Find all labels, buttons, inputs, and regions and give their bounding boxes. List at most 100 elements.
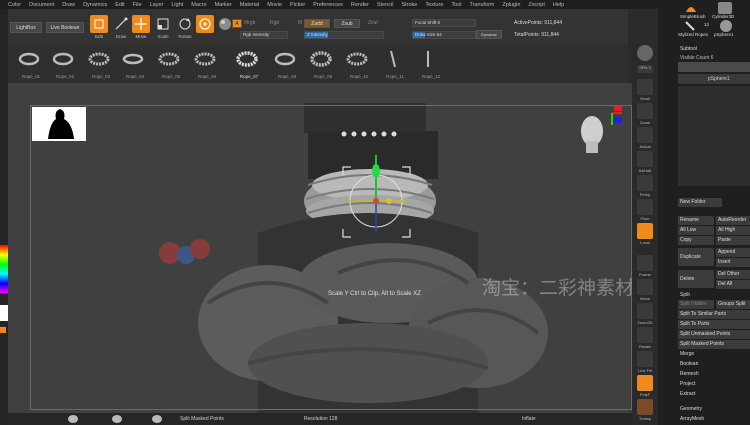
color-picker-strip[interactable] — [0, 245, 8, 293]
inflate-slider[interactable]: Inflate — [522, 416, 536, 422]
brush-rope-07-selected[interactable]: Rope_07 — [232, 45, 262, 81]
menu-macro[interactable]: Macro — [191, 2, 206, 8]
groups-split-button[interactable]: Groups Split — [716, 300, 750, 309]
menu-color[interactable]: Color — [8, 2, 21, 8]
duplicate-button[interactable]: Duplicate — [678, 248, 714, 266]
draw-mode-button[interactable]: Draw — [112, 15, 130, 39]
menu-zplugin[interactable]: Zplugin — [502, 2, 520, 8]
scroll-button[interactable]: Scroll — [637, 79, 653, 101]
cylinder3d-icon[interactable] — [718, 2, 732, 14]
polyf-button[interactable]: PolyF — [637, 375, 653, 397]
del-other-button[interactable]: Del Other — [716, 270, 750, 279]
lightbox-button[interactable]: LightBox — [10, 22, 42, 33]
resolution-slider[interactable]: Resolution 128 — [304, 416, 337, 422]
brush-rope-01[interactable]: Rope_01 — [14, 45, 44, 81]
menu-edit[interactable]: Edit — [115, 2, 124, 8]
frame-button[interactable]: Frame — [637, 255, 653, 277]
copy-button[interactable]: Copy — [678, 236, 714, 245]
subtool-item[interactable]: pSphere1 — [678, 74, 750, 84]
rotate-view-button[interactable]: Rotate — [637, 327, 653, 349]
move-view-button[interactable]: Move — [637, 279, 653, 301]
brush-sphere-icon[interactable] — [68, 415, 78, 423]
zoom-button[interactable]: Zoom — [637, 103, 653, 125]
merge-section[interactable]: Merge — [680, 351, 694, 357]
delete-button[interactable]: Delete — [678, 270, 714, 288]
brush-rope-06[interactable]: Rope_06 — [190, 45, 220, 81]
brush-rope-02[interactable]: Rope_02 — [48, 45, 78, 81]
alpha-icon[interactable] — [152, 415, 162, 423]
project-section[interactable]: Project — [680, 381, 696, 387]
subtool-item-active[interactable] — [678, 62, 750, 72]
floor-button[interactable]: Floor — [637, 199, 653, 221]
autoreorder-button[interactable]: AutoReorder — [716, 216, 750, 225]
menu-movie[interactable]: Movie — [267, 2, 282, 8]
menu-dynamics[interactable]: Dynamics — [83, 2, 107, 8]
brush-rope-08[interactable]: Rope_08 — [270, 45, 300, 81]
simple-brush-icon[interactable] — [684, 2, 698, 14]
aahalf-button[interactable]: AAHalf — [637, 151, 653, 173]
brush-rope-04[interactable]: Rope_04 — [118, 45, 148, 81]
split-masked-bottom-button[interactable]: Split Masked Points — [180, 416, 224, 422]
menu-tool[interactable]: Tool — [451, 2, 461, 8]
transp-button[interactable]: Transp — [637, 399, 653, 421]
zcut-button[interactable]: Zcut — [368, 20, 378, 26]
menu-zscript[interactable]: Zscript — [528, 2, 545, 8]
brush-rope-11[interactable]: Rope_11 — [378, 45, 408, 81]
a-mode-button[interactable]: A — [232, 19, 242, 28]
scale-mode-button[interactable]: Scale — [154, 15, 172, 39]
draw-size-slider[interactable]: Draw Size 64 — [412, 31, 476, 39]
rgb-button[interactable]: Rgb — [270, 20, 279, 26]
brush-rope-05[interactable]: Rope_05 — [154, 45, 184, 81]
spix-button[interactable]: SPix 3 — [637, 65, 653, 73]
all-low-button[interactable]: All Low — [678, 226, 714, 235]
menu-transform[interactable]: Transform — [469, 2, 494, 8]
dynamic-button[interactable]: Dynamic — [476, 30, 502, 39]
menu-help[interactable]: Help — [553, 2, 564, 8]
brush-rope-10[interactable]: Rope_10 — [342, 45, 372, 81]
brush-rope-12[interactable]: Rope_12 — [414, 45, 444, 81]
stroke-icon[interactable] — [112, 415, 122, 423]
stylized-ropes-icon[interactable] — [684, 20, 696, 32]
menu-texture[interactable]: Texture — [425, 2, 443, 8]
menu-document[interactable]: Document — [29, 2, 54, 8]
menu-picker[interactable]: Picker — [290, 2, 305, 8]
rename-button[interactable]: Rename — [678, 216, 714, 225]
persp-button[interactable]: Persp — [637, 175, 653, 197]
split-parts-button[interactable]: Split To Parts — [678, 320, 750, 329]
menu-file[interactable]: File — [133, 2, 142, 8]
brush-rope-03[interactable]: Rope_03 — [84, 45, 114, 81]
move-mode-button[interactable]: Move — [132, 15, 150, 39]
zoom3d-button[interactable]: Zoom3D — [637, 303, 653, 325]
split-masked-button[interactable]: Split Masked Points — [678, 340, 750, 349]
zsub-button[interactable]: Zsub — [334, 19, 360, 28]
extract-section[interactable]: Extract — [680, 391, 696, 397]
secondary-color-swatch[interactable] — [0, 327, 6, 333]
z-intensity-slider[interactable]: Z Intensity — [304, 31, 384, 39]
menu-light[interactable]: Light — [171, 2, 183, 8]
split-unmasked-button[interactable]: Split Unmasked Points — [678, 330, 750, 339]
remesh-section[interactable]: Remesh — [680, 371, 699, 377]
bpr-sphere-icon[interactable] — [637, 45, 653, 61]
append-button[interactable]: Append — [716, 248, 750, 257]
rgb-intensity-slider[interactable]: Rgb Intensity — [240, 31, 288, 39]
menu-stencil[interactable]: Stencil — [377, 2, 394, 8]
split-similar-button[interactable]: Split To Similar Parts — [678, 310, 750, 319]
canvas-viewport[interactable]: Scale Y Ctrl to Clip, Alt to Scale XZ 淘宝… — [8, 83, 632, 413]
brush-rope-09[interactable]: Rope_09 — [306, 45, 336, 81]
new-folder-button[interactable]: New Folder — [678, 198, 722, 207]
actual-button[interactable]: Actual — [637, 127, 653, 149]
menu-stroke[interactable]: Stroke — [401, 2, 417, 8]
zadd-button[interactable]: Zadd — [304, 19, 330, 28]
split-header[interactable]: Split — [680, 292, 690, 298]
rotate-mode-button[interactable]: Rotate — [176, 15, 194, 39]
main-color-swatch[interactable] — [0, 305, 8, 321]
geometry-section[interactable]: Geometry — [680, 406, 702, 412]
split-hidden-button[interactable]: Split Hidden — [678, 300, 714, 309]
live-boolean-button[interactable]: Live Boolean — [46, 22, 84, 33]
menu-marker[interactable]: Marker — [215, 2, 232, 8]
paste-button[interactable]: Paste — [716, 236, 750, 245]
boolean-section[interactable]: Boolean — [680, 361, 698, 367]
gizmo-toggle-button[interactable] — [196, 15, 214, 33]
all-high-button[interactable]: All High — [716, 226, 750, 235]
arraymesh-section[interactable]: ArrayMesh — [680, 416, 704, 422]
